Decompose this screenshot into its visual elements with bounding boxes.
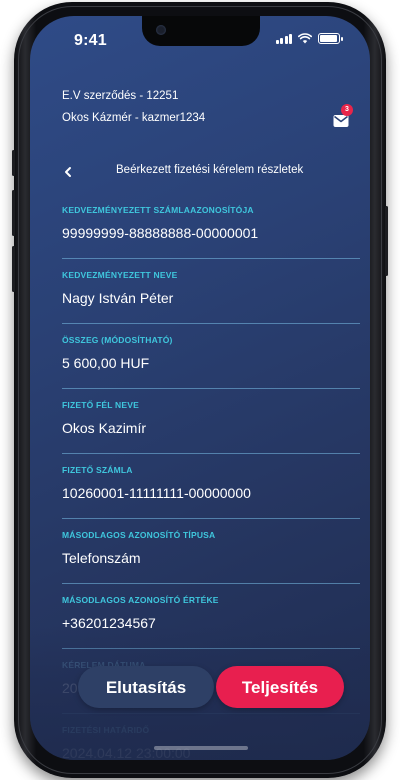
- signal-icon: [275, 33, 292, 44]
- field-label: Kedvezményezett neve: [62, 270, 178, 280]
- volume-button: [12, 190, 15, 236]
- app-screen: 9:41 E.V szerződés - 12251 Okos Kázmér -…: [30, 16, 370, 760]
- field-label: Összeg (módosítható): [62, 335, 173, 345]
- detail-payment-deadline: Fizetési határidő 2024.04.12 23:00:00: [62, 714, 360, 760]
- field-value: +36201234567: [62, 615, 156, 631]
- account-info: E.V szerződés - 12251 Okos Kázmér - kazm…: [62, 85, 205, 129]
- field-label: Fizető fél neve: [62, 400, 139, 410]
- field-label: Másodlagos azonosító típusa: [62, 530, 216, 540]
- notification-badge: 3: [341, 104, 353, 116]
- detail-payer-account: Fizető számla 10260001-11111111-00000000: [62, 454, 360, 519]
- mail-icon[interactable]: [333, 114, 349, 128]
- volume-button: [12, 246, 15, 292]
- power-button: [385, 206, 388, 276]
- field-value: 99999999-88888888-00000001: [62, 225, 259, 241]
- accept-button[interactable]: Teljesítés: [216, 666, 344, 708]
- notch: [142, 16, 260, 46]
- field-value: Telefonszám: [62, 550, 141, 566]
- contract-label: E.V szerződés - 12251: [62, 90, 179, 102]
- detail-secondary-id-value: Másodlagos azonosító értéke +36201234567: [62, 584, 360, 649]
- field-value[interactable]: 5 600,00 HUF: [62, 355, 149, 371]
- status-time: 9:41: [74, 32, 107, 49]
- field-value: Nagy István Péter: [62, 290, 174, 306]
- detail-payer-name: Fizető fél neve Okos Kazimír: [62, 389, 360, 454]
- field-value: 10260001-11111111-00000000: [62, 485, 251, 501]
- detail-beneficiary-name: Kedvezményezett neve Nagy István Péter: [62, 259, 360, 324]
- wifi-icon: [298, 33, 312, 44]
- reject-button[interactable]: Elutasítás: [78, 666, 214, 708]
- field-label: Fizetési határidő: [62, 725, 150, 735]
- battery-icon: [318, 33, 343, 44]
- chevron-left-icon[interactable]: [62, 162, 74, 182]
- page-title: Beérkezett fizetési kérelem részletek: [116, 164, 304, 176]
- camera-icon: [156, 25, 166, 35]
- user-label: Okos Kázmér - kazmer1234: [62, 112, 206, 124]
- detail-secondary-id-type: Másodlagos azonosító típusa Telefonszám: [62, 519, 360, 584]
- field-label: Fizető számla: [62, 465, 133, 475]
- field-value: Okos Kazimír: [62, 420, 147, 436]
- detail-beneficiary-account: Kedvezményezett számlaazonosítója 999999…: [62, 194, 360, 259]
- home-indicator[interactable]: [154, 746, 248, 750]
- field-value: 20: [62, 680, 78, 696]
- detail-amount[interactable]: Összeg (módosítható) 5 600,00 HUF: [62, 324, 360, 389]
- field-label: Kedvezményezett számlaazonosítója: [62, 205, 254, 215]
- volume-button: [12, 150, 15, 176]
- field-label: Másodlagos azonosító értéke: [62, 595, 219, 605]
- status-icons: [275, 33, 343, 44]
